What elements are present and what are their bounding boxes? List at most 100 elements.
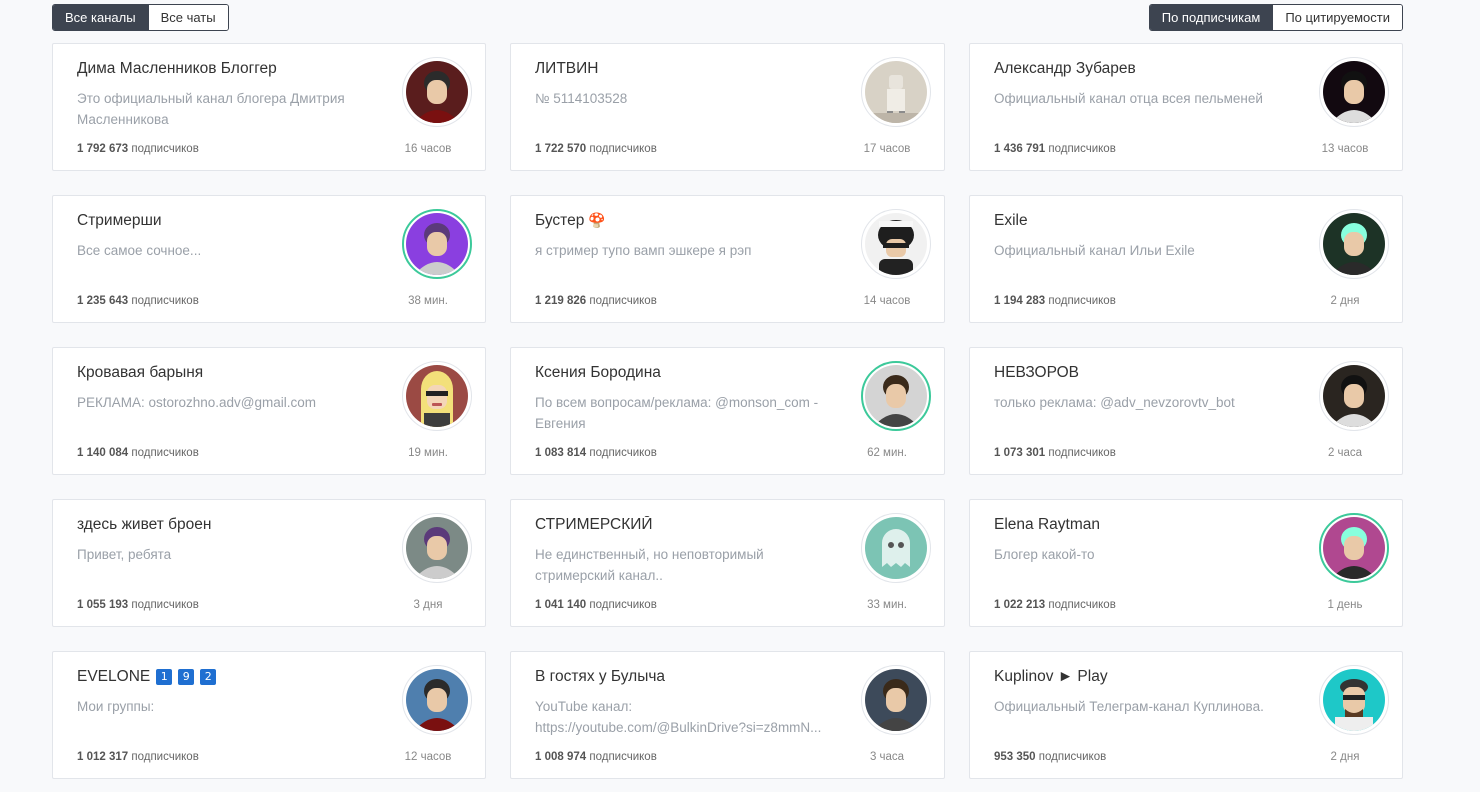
channel-card[interactable]: Дима Масленников Блоггер Это официальный … xyxy=(52,43,486,171)
channel-card[interactable]: Elena Raytman Блогер какой-то 1 022 213 по… xyxy=(969,499,1403,627)
subscriber-count-value: 1 235 643 xyxy=(77,295,129,307)
channel-card[interactable]: EVELONE 1 9 2 Мои группы: 1 012 317 подписчик… xyxy=(52,651,486,779)
avatar-image xyxy=(406,61,468,123)
channel-card[interactable]: В гостях у Булыча YouTube канал: https://… xyxy=(510,651,945,779)
subscriber-count-label: подписчиков xyxy=(131,447,199,459)
channel-title-text: ЛИТВИН xyxy=(535,60,599,77)
channel-title[interactable]: EVELONE 1 9 2 xyxy=(77,668,385,686)
channel-description: По всем вопросам/реклама: @monson_com - … xyxy=(535,395,819,431)
last-post-time: 33 мин. xyxy=(867,599,907,611)
channel-title[interactable]: В гостях у Булыча xyxy=(535,668,844,686)
last-post-time: 2 часа xyxy=(1327,447,1363,459)
subscriber-count: 1 073 301 подписчиков xyxy=(994,447,1116,459)
channel-card[interactable]: здесь живет броен Привет, ребята 1 055 193… xyxy=(52,499,486,627)
subscriber-count: 1 194 283 подписчиков xyxy=(994,295,1116,307)
channel-title-text: СТРИМЕРСКИЙ xyxy=(535,516,653,533)
subscriber-count-label: подписчиков xyxy=(1048,143,1116,155)
channel-avatar[interactable] xyxy=(861,209,931,279)
channel-title[interactable]: Александр Зубарев xyxy=(994,60,1302,78)
channel-description: Блогер какой-то xyxy=(994,547,1095,562)
channel-avatar[interactable] xyxy=(1319,57,1389,127)
channel-description: Официальный канал Ильи Exile xyxy=(994,243,1195,258)
last-post-time: 38 мин. xyxy=(408,295,448,307)
subscriber-count: 1 140 084 подписчиков xyxy=(77,447,199,459)
channel-title[interactable]: Бустер 🍄 xyxy=(535,212,844,230)
subscriber-count: 1 083 814 подписчиков xyxy=(535,447,657,459)
channel-title-text: Бустер xyxy=(535,212,585,229)
channel-avatar[interactable] xyxy=(402,361,472,431)
channel-title[interactable]: НЕВЗОРОВ xyxy=(994,364,1302,382)
subscriber-count-value: 1 194 283 xyxy=(994,295,1046,307)
channel-title[interactable]: ЛИТВИН xyxy=(535,60,844,78)
subscriber-count-label: подписчиков xyxy=(131,751,199,763)
subscriber-count-value: 1 008 974 xyxy=(535,751,587,763)
sort-by-subscribers-button[interactable]: По подписчикам xyxy=(1149,5,1273,30)
all-chats-tab[interactable]: Все чаты xyxy=(147,5,228,30)
subscriber-count-label: подписчиков xyxy=(131,599,199,611)
channel-title[interactable]: Kuplinov ► Play xyxy=(994,668,1302,686)
channel-avatar[interactable] xyxy=(861,361,931,431)
channel-card[interactable]: ЛИТВИН № 5114103528 1 722 570 подписчиков 1… xyxy=(510,43,945,171)
subscriber-count: 1 436 791 подписчиков xyxy=(994,143,1116,155)
subscriber-count-value: 953 350 xyxy=(994,751,1036,763)
channel-card[interactable]: Kuplinov ► Play Официальный Телеграм-кана… xyxy=(969,651,1403,779)
channel-title[interactable]: Ксения Бородина xyxy=(535,364,844,382)
subscriber-count-label: подписчиков xyxy=(1048,447,1116,459)
channel-title-text: EVELONE xyxy=(77,668,151,685)
subscriber-count-label: подписчиков xyxy=(131,295,199,307)
avatar-image xyxy=(1323,365,1385,427)
channel-title-text: Дима Масленников Блоггер xyxy=(77,60,277,77)
channel-avatar[interactable] xyxy=(861,665,931,735)
channel-title[interactable]: Кровавая барыня xyxy=(77,364,385,382)
subscriber-count-value: 1 219 826 xyxy=(535,295,587,307)
channel-title[interactable]: Elena Raytman xyxy=(994,516,1302,534)
channel-grid: Дима Масленников Блоггер Это официальный … xyxy=(52,43,1403,779)
channel-card[interactable]: Ксения Бородина По всем вопросам/реклама:… xyxy=(510,347,945,475)
channel-card[interactable]: СТРИМЕРСКИЙ Не единственный, но неповтори… xyxy=(510,499,945,627)
channel-avatar[interactable] xyxy=(1319,665,1389,735)
all-channels-tab[interactable]: Все каналы xyxy=(53,5,148,30)
channel-avatar[interactable] xyxy=(1319,513,1389,583)
subscriber-count-value: 1 022 213 xyxy=(994,599,1046,611)
channel-avatar[interactable] xyxy=(402,209,472,279)
channel-card[interactable]: Exile Официальный канал Ильи Exile 1 194 2… xyxy=(969,195,1403,323)
last-post-time: 3 дня xyxy=(413,599,443,611)
channel-title[interactable]: здесь живет броен xyxy=(77,516,385,534)
avatar-image xyxy=(865,213,927,275)
channel-title-text: Ксения Бородина xyxy=(535,364,661,381)
channel-avatar[interactable] xyxy=(1319,209,1389,279)
channel-card[interactable]: Стримерши Все самое сочное... 1 235 643 по… xyxy=(52,195,486,323)
keycap-digit-icon: 9 xyxy=(178,669,195,685)
channel-title-text: Кровавая барыня xyxy=(77,364,204,381)
channel-card[interactable]: НЕВЗОРОВ только реклама: @adv_nevzorovtv_… xyxy=(969,347,1403,475)
avatar-image xyxy=(406,213,468,275)
channel-title[interactable]: Дима Масленников Блоггер xyxy=(77,60,385,78)
subscriber-count-label: подписчиков xyxy=(589,599,657,611)
channel-title[interactable]: Exile xyxy=(994,212,1302,230)
toolbar: Все каналы Все чаты По подписчикам По ци… xyxy=(52,4,1403,31)
channel-title-text: Elena Raytman xyxy=(994,516,1100,533)
channel-description: я стример тупо вамп эшкере я рэп xyxy=(535,243,752,258)
channel-description: YouTube канал: https://youtube.com/@Bulk… xyxy=(535,699,822,735)
channel-title-text: Kuplinov ► Play xyxy=(994,668,1108,685)
channel-type-switch: Все каналы Все чаты xyxy=(52,4,229,31)
channel-card[interactable]: Александр Зубарев Официальный канал отца … xyxy=(969,43,1403,171)
channel-card[interactable]: Кровавая барыня РЕКЛАМА: ostorozhno.adv@g… xyxy=(52,347,486,475)
channel-title[interactable]: Стримерши xyxy=(77,212,385,230)
channel-avatar[interactable] xyxy=(861,57,931,127)
channel-avatar[interactable] xyxy=(402,513,472,583)
channel-title-text: В гостях у Булыча xyxy=(535,668,666,685)
subscriber-count-value: 1 722 570 xyxy=(535,143,587,155)
channel-avatar[interactable] xyxy=(402,57,472,127)
subscriber-count: 1 012 317 подписчиков xyxy=(77,751,199,763)
last-post-time: 13 часов xyxy=(1321,143,1369,155)
subscriber-count-label: подписчиков xyxy=(589,143,657,155)
channel-title[interactable]: СТРИМЕРСКИЙ xyxy=(535,516,844,534)
subscriber-count: 1 235 643 подписчиков xyxy=(77,295,199,307)
sort-by-citation-button[interactable]: По цитируемости xyxy=(1272,5,1402,30)
channel-avatar[interactable] xyxy=(861,513,931,583)
channel-avatar[interactable] xyxy=(1319,361,1389,431)
channel-card[interactable]: Бустер 🍄 я стример тупо вамп эшкере я рэп 1… xyxy=(510,195,945,323)
channel-avatar[interactable] xyxy=(402,665,472,735)
mushroom-emoji-icon: 🍄 xyxy=(588,213,606,229)
